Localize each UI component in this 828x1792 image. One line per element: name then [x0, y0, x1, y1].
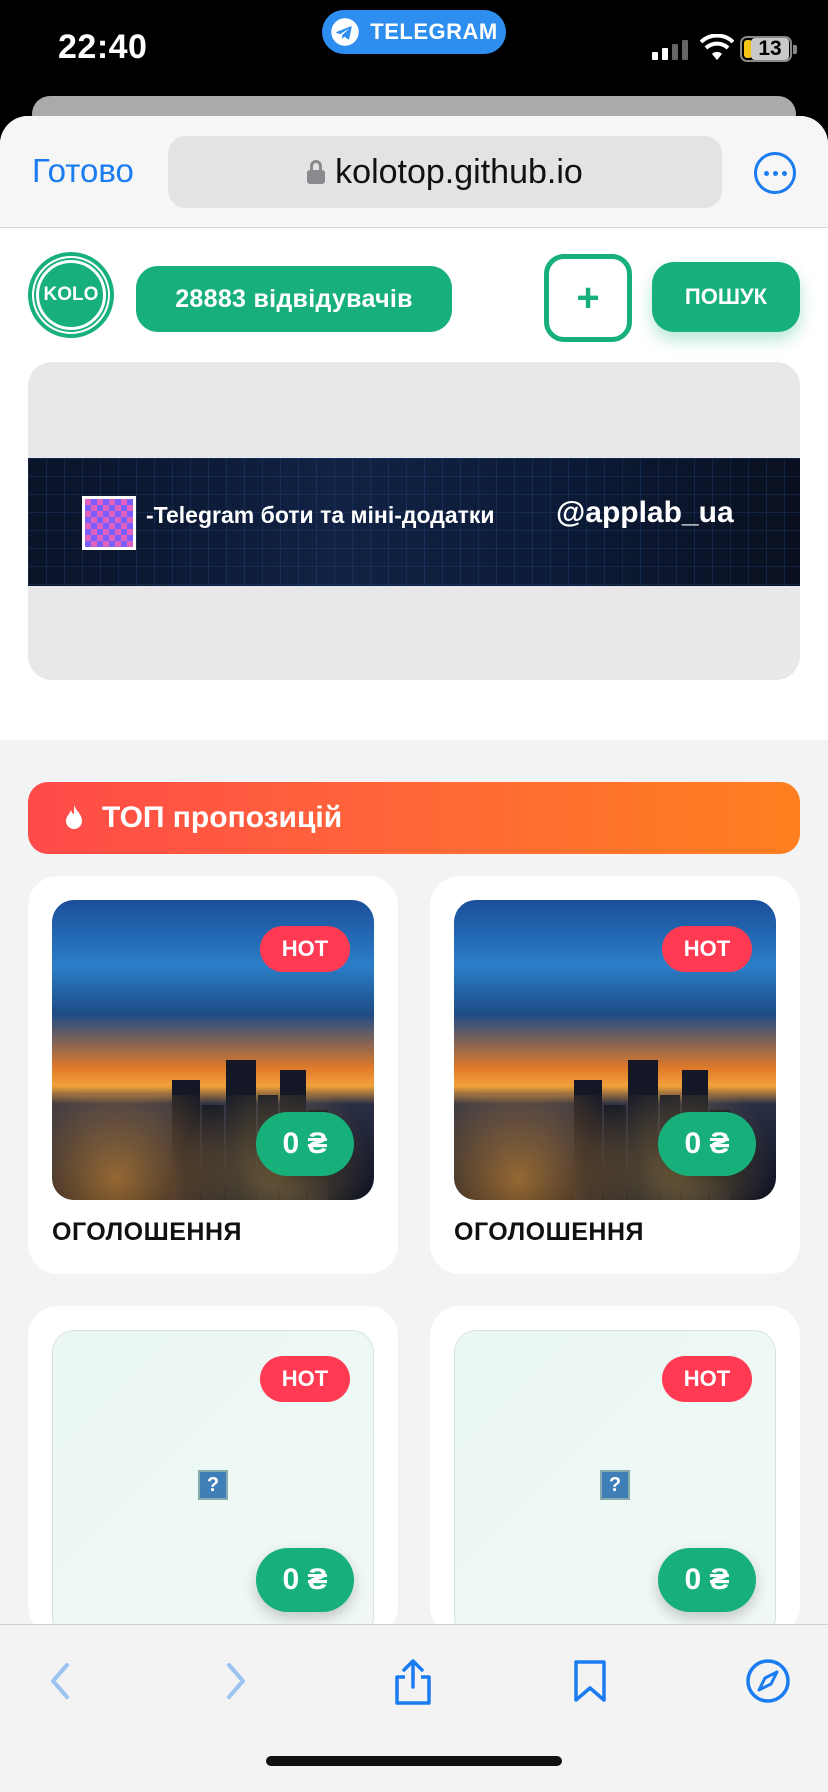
page-header-section: KOLO 28883 відвідувачів + ПОШУК -Telegra… [0, 228, 828, 740]
url-bar[interactable]: kolotop.github.io [168, 136, 722, 208]
hot-badge: HOT [260, 926, 350, 972]
listing-card[interactable]: HOT 0 ₴ ОГОЛОШЕННЯ [430, 876, 800, 1274]
hot-badge: HOT [260, 1356, 350, 1402]
price-badge: 0 ₴ [256, 1548, 354, 1612]
telegram-icon [331, 18, 360, 46]
broken-image-icon: ? [198, 1470, 228, 1500]
hot-badge: HOT [662, 926, 752, 972]
listing-title: ОГОЛОШЕННЯ [454, 1218, 644, 1246]
visitors-badge: 28883 відвідувачів [136, 266, 452, 332]
lock-icon [307, 160, 326, 184]
listing-card[interactable]: ? HOT 0 ₴ [430, 1306, 800, 1640]
cellular-signal-icon [652, 38, 688, 60]
bookmarks-button[interactable] [560, 1651, 620, 1711]
battery-level: 13 [751, 38, 789, 60]
ad-banner[interactable]: -Telegram боти та міні-додатки @applab_u… [28, 458, 800, 586]
bookmarks-icon [574, 1660, 606, 1702]
listing-card[interactable]: HOT 0 ₴ ОГОЛОШЕННЯ [28, 876, 398, 1274]
add-listing-button[interactable]: + [544, 254, 632, 342]
price-badge: 0 ₴ [658, 1112, 756, 1176]
back-button[interactable] [30, 1651, 90, 1711]
url-text: kolotop.github.io [335, 152, 583, 191]
share-button[interactable] [383, 1651, 443, 1711]
battery-icon: 13 [740, 36, 797, 62]
listing-card[interactable]: ? HOT 0 ₴ [28, 1306, 398, 1640]
broken-image-icon: ? [600, 1470, 630, 1500]
back-icon [51, 1663, 69, 1699]
listing-title: ОГОЛОШЕННЯ [52, 1218, 242, 1246]
banner-text: -Telegram боти та міні-додатки [146, 502, 495, 528]
share-icon [395, 1659, 431, 1705]
status-time: 22:40 [58, 28, 148, 66]
top-offers-header: ТОП пропозицій [28, 782, 800, 854]
price-badge: 0 ₴ [256, 1112, 354, 1176]
banner-handle: @applab_ua [556, 496, 734, 529]
home-indicator[interactable] [266, 1756, 562, 1766]
more-options-button[interactable] [754, 152, 796, 194]
hot-badge: HOT [662, 1356, 752, 1402]
qr-code-icon [82, 496, 136, 550]
ad-banner-container: -Telegram боти та міні-додатки @applab_u… [28, 362, 800, 680]
flame-icon [66, 805, 82, 829]
compass-icon [746, 1659, 790, 1703]
search-button[interactable]: ПОШУК [652, 262, 800, 332]
more-icon [763, 170, 769, 176]
done-button[interactable]: Готово [32, 152, 134, 190]
price-badge: 0 ₴ [658, 1548, 756, 1612]
forward-button[interactable] [206, 1651, 266, 1711]
top-offers-title: ТОП пропозицій [102, 801, 343, 834]
forward-icon [227, 1663, 245, 1699]
status-bar: 22:40 TELEGRAM 13 [0, 0, 828, 100]
telegram-return-pill[interactable]: TELEGRAM [322, 10, 506, 54]
wifi-icon [700, 34, 734, 60]
logo-text: KOLO [36, 260, 106, 330]
open-in-safari-button[interactable] [738, 1651, 798, 1711]
telegram-pill-label: TELEGRAM [370, 19, 498, 44]
site-logo[interactable]: KOLO [28, 252, 114, 338]
browser-header: Готово kolotop.github.io [0, 116, 828, 228]
browser-toolbar [0, 1624, 828, 1792]
